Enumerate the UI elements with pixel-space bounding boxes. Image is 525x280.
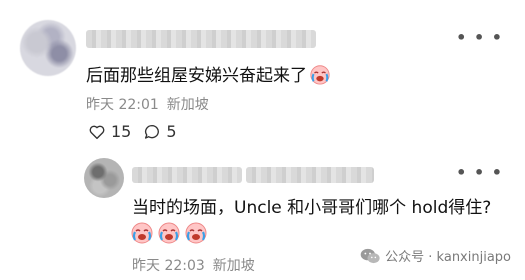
reply-emoji-row [130, 220, 211, 244]
crying-laughing-face-icon [131, 222, 153, 244]
like-count: 15 [111, 122, 132, 141]
reply-more-options-icon[interactable]: • • • [456, 163, 503, 182]
comment-text-content: 后面那些组屋安娣兴奋起来了 [86, 66, 307, 86]
crying-laughing-face-icon [310, 65, 330, 85]
reply-button[interactable]: 5 [143, 122, 177, 141]
reply-location: 新加坡 [212, 258, 255, 274]
reply-to-username-blurred[interactable] [246, 167, 374, 183]
reply-count: 5 [166, 122, 177, 141]
reply-username-blurred[interactable] [132, 167, 242, 183]
crying-laughing-face-icon [158, 222, 180, 244]
comment-text: 后面那些组屋安娣兴奋起来了 [86, 61, 331, 86]
reply-avatar[interactable] [84, 158, 124, 198]
more-options-icon[interactable]: • • • [456, 28, 503, 47]
username-blurred[interactable] [86, 30, 316, 48]
reply-text: 当时的场面，Uncle 和小哥哥们哪个 hold得住? [132, 198, 492, 218]
comment-time: 昨天 22:01 [86, 97, 159, 113]
watermark-text: 公众号 · kanxinjiapo [385, 250, 511, 265]
comment-meta: 昨天 22:01 新加坡 [86, 94, 209, 114]
wechat-icon [360, 248, 380, 263]
reply-time: 昨天 22:03 [132, 258, 205, 274]
avatar[interactable] [20, 20, 76, 76]
like-button[interactable]: 15 [88, 122, 131, 141]
reply-meta: 昨天 22:03 新加坡 [132, 255, 255, 275]
comment-actions: 15 5 [88, 122, 189, 141]
comment-bubble-icon [145, 124, 160, 139]
comment-location: 新加坡 [166, 97, 209, 113]
watermark: 公众号 · kanxinjiapo [360, 246, 511, 265]
heart-icon [89, 125, 105, 139]
crying-laughing-face-icon [185, 222, 207, 244]
